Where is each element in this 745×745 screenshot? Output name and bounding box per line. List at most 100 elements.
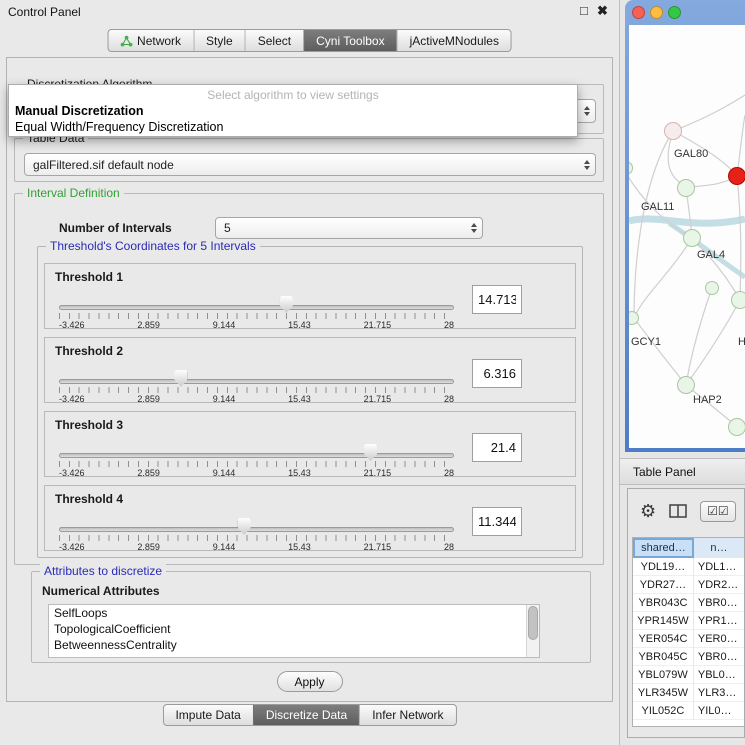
cell[interactable]: YBL0… (694, 666, 745, 684)
list-item[interactable]: SelfLoops (49, 605, 539, 621)
gear-icon[interactable]: ⚙ (640, 502, 656, 520)
table-data-combo[interactable]: galFiltered.sif default node (24, 153, 596, 176)
list-item[interactable]: BetweennessCentrality (49, 637, 539, 653)
cell[interactable]: YPR145W (633, 612, 694, 630)
table-row[interactable]: YBL079WYBL0… (633, 666, 745, 684)
threshold-1-slider[interactable]: -3.426 2.859 9.144 15.43 21.715 28 (59, 300, 454, 330)
columns-icon[interactable] (669, 504, 687, 518)
cell[interactable]: YBR045C (633, 648, 694, 666)
tab-infer-network[interactable]: Infer Network (359, 705, 455, 725)
dropdown-item-equal-width-frequency[interactable]: Equal Width/Frequency Discretization (9, 119, 577, 135)
list-item[interactable]: TopologicalCoefficient (49, 621, 539, 637)
cell[interactable]: YLR3… (694, 684, 745, 702)
slider-track[interactable] (59, 379, 454, 384)
dropdown-item-manual-discretization[interactable]: Manual Discretization (9, 103, 577, 119)
scale-label: -3.426 (59, 468, 85, 478)
graph-node[interactable] (664, 122, 682, 140)
tab-label: jActiveMNodules (410, 34, 499, 48)
close-traffic-light[interactable] (632, 6, 645, 19)
table-row[interactable]: YLR345WYLR3… (633, 684, 745, 702)
slider-thumb[interactable] (238, 518, 251, 535)
scale-label: 15.43 (288, 542, 311, 552)
zoom-traffic-light[interactable] (668, 6, 681, 19)
scale-label: 9.144 (213, 542, 236, 552)
tab-select[interactable]: Select (245, 30, 303, 51)
cell[interactable]: YBR0… (694, 648, 745, 666)
threshold-panel-2: Threshold 2 -3.426 2.859 9.144 15.43 21.… (44, 337, 576, 403)
scale-label: -3.426 (59, 542, 85, 552)
slider-track[interactable] (59, 527, 454, 532)
network-view-window: GAL80 GAL11 GAL4 GCY1 HAP2 H (625, 0, 745, 452)
float-icon[interactable]: □ (580, 3, 588, 18)
cell[interactable]: YBR043C (633, 594, 694, 612)
control-panel-window: Control Panel □ ✖ Network Style Select C… (0, 0, 620, 745)
threshold-label: Threshold 3 (55, 418, 123, 432)
threshold-4-slider[interactable]: -3.426 2.859 9.144 15.43 21.715 28 (59, 522, 454, 552)
cell[interactable]: YBL079W (633, 666, 694, 684)
threshold-2-slider[interactable]: -3.426 2.859 9.144 15.43 21.715 28 (59, 374, 454, 404)
table-row[interactable]: YIL052CYIL0… (633, 702, 745, 720)
threshold-3-value-input[interactable] (472, 433, 522, 462)
table-row[interactable]: YDL19…YDL1… (633, 558, 745, 576)
slider-thumb[interactable] (174, 370, 187, 387)
slider-track[interactable] (59, 453, 454, 458)
network-canvas[interactable]: GAL80 GAL11 GAL4 GCY1 HAP2 H (629, 25, 745, 448)
table-panel-titlebar: Table Panel (620, 458, 745, 485)
table-row[interactable]: YBR043CYBR0… (633, 594, 745, 612)
network-icon (120, 35, 132, 47)
column-header-name[interactable]: n… (694, 538, 745, 558)
table-row[interactable]: YBR045CYBR0… (633, 648, 745, 666)
cell[interactable]: YLR345W (633, 684, 694, 702)
slider-ticks (59, 313, 454, 319)
tab-style[interactable]: Style (193, 30, 245, 51)
scale-label: -3.426 (59, 320, 85, 330)
apply-button[interactable]: Apply (277, 671, 343, 692)
cell[interactable]: YDL1… (694, 558, 745, 576)
cell[interactable]: YDR27… (633, 576, 694, 594)
graph-node-selected-red[interactable] (728, 167, 745, 185)
close-icon[interactable]: ✖ (597, 3, 608, 19)
table-row[interactable]: YDR27…YDR2… (633, 576, 745, 594)
slider-ticks (59, 535, 454, 541)
scale-label: 15.43 (288, 394, 311, 404)
column-header-shared-name[interactable]: shared… (633, 538, 694, 558)
cell[interactable]: YPR1… (694, 612, 745, 630)
graph-node[interactable] (677, 376, 695, 394)
cell[interactable]: YIL052C (633, 702, 694, 720)
graph-node[interactable] (683, 229, 701, 247)
cell[interactable]: YDL19… (633, 558, 694, 576)
threshold-2-value-input[interactable] (472, 359, 522, 388)
table-row[interactable]: YER054CYER0… (633, 630, 745, 648)
cell[interactable]: YIL0… (694, 702, 745, 720)
slider-thumb[interactable] (280, 296, 293, 313)
graph-node[interactable] (677, 179, 695, 197)
tab-cyni-toolbox[interactable]: Cyni Toolbox (303, 30, 396, 51)
threshold-3-slider[interactable]: -3.426 2.859 9.144 15.43 21.715 28 (59, 448, 454, 478)
list-scrollbar[interactable] (526, 605, 539, 657)
cell[interactable]: YER0… (694, 630, 745, 648)
graph-node[interactable] (728, 418, 745, 436)
tab-jactivemnodules[interactable]: jActiveMNodules (397, 30, 511, 51)
cell[interactable]: YER054C (633, 630, 694, 648)
threshold-1-value-input[interactable] (472, 285, 522, 314)
cell[interactable]: YBR0… (694, 594, 745, 612)
tab-discretize-data[interactable]: Discretize Data (253, 705, 359, 725)
dropdown-placeholder: Select algorithm to view settings (9, 87, 577, 103)
table-row[interactable]: YPR145WYPR1… (633, 612, 745, 630)
num-intervals-combo[interactable]: 5 (215, 217, 483, 239)
slider-thumb[interactable] (364, 444, 377, 461)
scale-label: 2.859 (137, 320, 160, 330)
scale-label: 21.715 (364, 542, 392, 552)
threshold-4-value-input[interactable] (472, 507, 522, 536)
tab-network[interactable]: Network (108, 30, 193, 51)
scrollbar-thumb[interactable] (528, 606, 538, 640)
slider-track[interactable] (59, 305, 454, 310)
graph-node[interactable] (705, 281, 719, 295)
graph-node[interactable] (731, 291, 745, 309)
minimize-traffic-light[interactable] (650, 6, 663, 19)
tab-impute-data[interactable]: Impute Data (163, 705, 252, 725)
cyni-toolbox-panel: Discretization Algorithm Table Data galF… (6, 57, 613, 702)
cell[interactable]: YDR2… (694, 576, 745, 594)
select-columns-button[interactable]: ☑☑ (700, 501, 736, 522)
thresholds-frame: Threshold's Coordinates for 5 Intervals … (37, 246, 583, 558)
